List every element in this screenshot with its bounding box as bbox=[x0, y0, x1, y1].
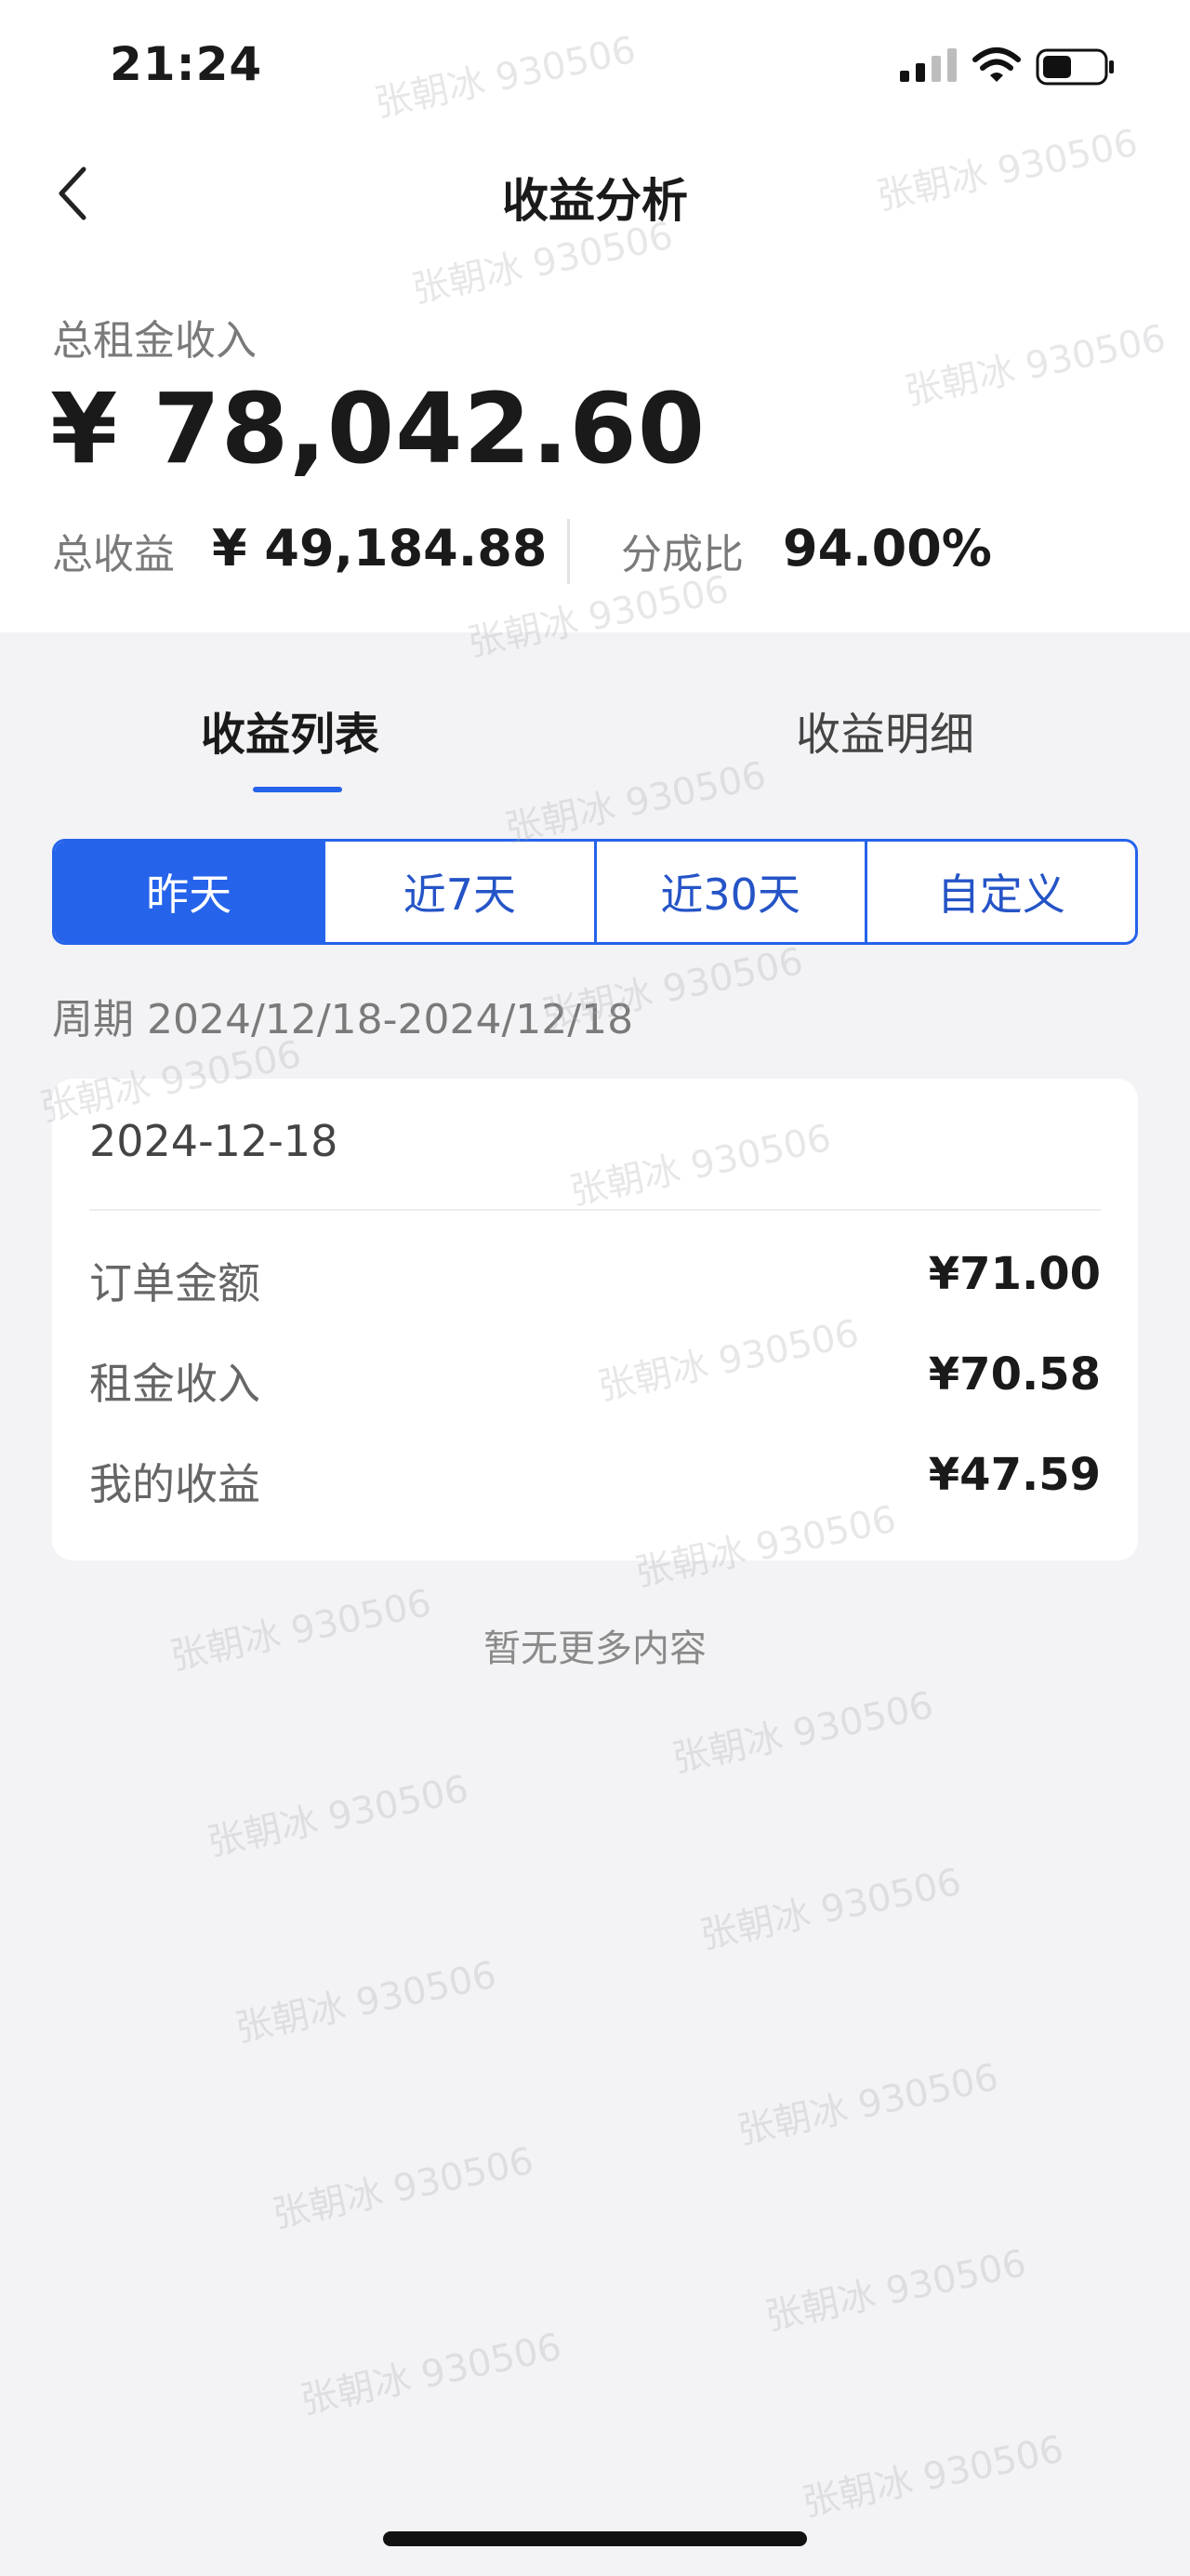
sub-stats: 总收益 ¥ 49,184.88 分成比 94.00% bbox=[52, 519, 1140, 584]
total-rent-label: 总租金收入 bbox=[52, 317, 257, 365]
share-ratio-label: 分成比 bbox=[621, 531, 744, 578]
total-income-value: ¥ 49,184.88 bbox=[212, 519, 548, 578]
revenue-record-card[interactable]: 2024-12-18 订单金额 ¥71.00 租金收入 ¥70.58 我的收益 … bbox=[52, 1079, 1138, 1560]
date-range-selector: 昨天 近7天 近30天 自定义 bbox=[52, 839, 1138, 945]
tab-revenue-detail[interactable]: 收益明细 bbox=[796, 697, 974, 763]
order-amount-label: 订单金额 bbox=[89, 1258, 260, 1308]
watermark: 张朝冰 930506 bbox=[297, 2325, 565, 2423]
range-custom-button[interactable]: 自定义 bbox=[864, 842, 1135, 942]
home-indicator bbox=[383, 2531, 807, 2546]
watermark: 张朝冰 930506 bbox=[734, 2055, 1002, 2154]
watermark: 张朝冰 930506 bbox=[668, 1683, 937, 1782]
rent-income-label: 租金收入 bbox=[89, 1359, 260, 1409]
battery-icon bbox=[1036, 48, 1114, 86]
watermark: 张朝冰 930506 bbox=[269, 2139, 537, 2237]
watermark: 张朝冰 930506 bbox=[761, 2241, 1030, 2340]
range-7-days-button[interactable]: 近7天 bbox=[323, 842, 593, 942]
watermark: 张朝冰 930506 bbox=[231, 1953, 500, 2052]
record-date: 2024-12-18 bbox=[89, 1116, 338, 1166]
stat-divider bbox=[567, 519, 570, 584]
status-time: 21:24 bbox=[110, 37, 263, 91]
page-title: 收益分析 bbox=[502, 174, 688, 228]
watermark: 张朝冰 930506 bbox=[204, 1767, 472, 1866]
wifi-icon bbox=[972, 47, 1021, 82]
order-amount-value: ¥71.00 bbox=[928, 1248, 1101, 1300]
my-income-value: ¥47.59 bbox=[928, 1449, 1101, 1501]
tab-bar: 收益列表 收益明细 bbox=[0, 670, 1190, 800]
revenue-analysis-screen: 21:24 收益分析 总租金收入 ¥ 78,042.60 总收益 ¥ 49,18… bbox=[0, 0, 1190, 2576]
cellular-signal-icon bbox=[900, 48, 957, 82]
my-income-label: 我的收益 bbox=[89, 1459, 260, 1509]
share-ratio-value: 94.00% bbox=[783, 519, 992, 578]
rent-income-value: ¥70.58 bbox=[928, 1348, 1101, 1401]
watermark: 张朝冰 930506 bbox=[799, 2427, 1067, 2526]
range-yesterday-button[interactable]: 昨天 bbox=[55, 842, 324, 942]
total-rent-value: ¥ 78,042.60 bbox=[50, 372, 707, 485]
tab-revenue-list[interactable]: 收益列表 bbox=[201, 697, 379, 763]
range-30-days-button[interactable]: 近30天 bbox=[593, 842, 865, 942]
watermark: 张朝冰 930506 bbox=[696, 1860, 965, 1959]
active-tab-indicator bbox=[253, 787, 342, 792]
total-income-label: 总收益 bbox=[52, 531, 175, 578]
card-divider bbox=[89, 1209, 1101, 1211]
period-text: 周期 2024/12/18-2024/12/18 bbox=[52, 996, 634, 1043]
no-more-content-text: 暂无更多内容 bbox=[483, 1627, 707, 1670]
status-bar: 21:24 bbox=[0, 0, 1190, 139]
